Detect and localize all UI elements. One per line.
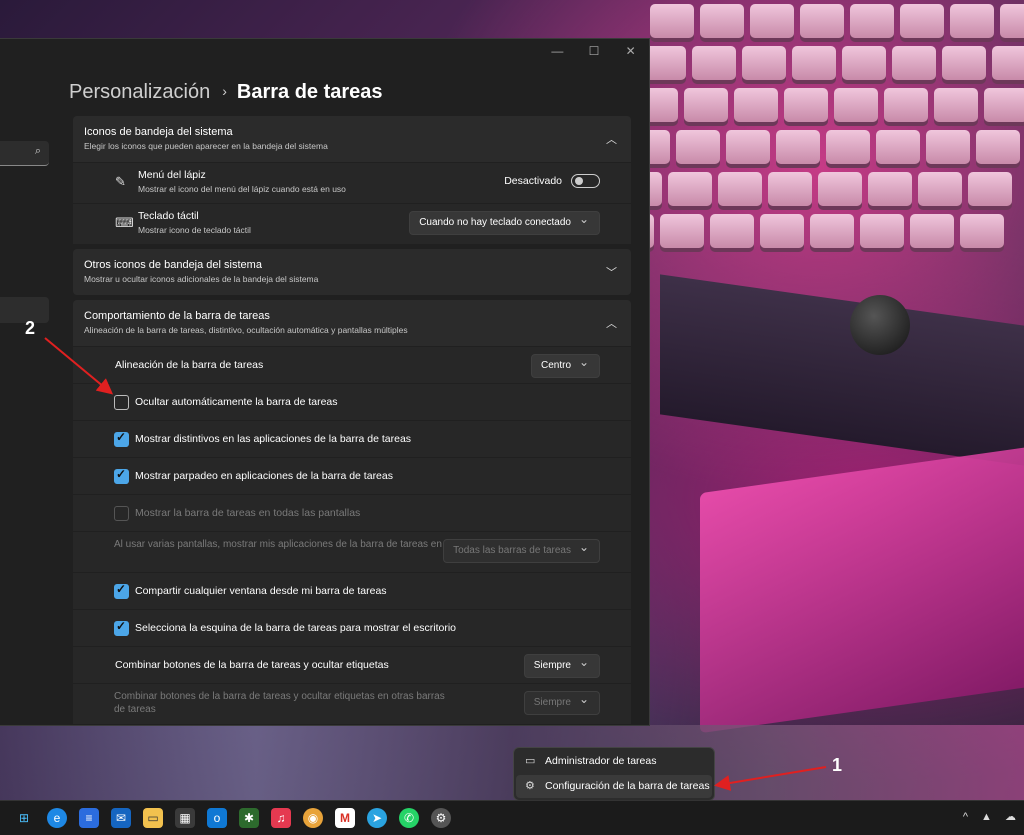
app-icon[interactable]: ✱: [239, 808, 259, 828]
telegram-icon[interactable]: ➤: [367, 808, 387, 828]
store-icon[interactable]: ▦: [175, 808, 195, 828]
annotation-arrows: [44, 337, 827, 791]
system-tray: ^ ▲ ☁: [963, 810, 1016, 823]
notepad-icon[interactable]: ≡: [79, 808, 99, 828]
mail-icon[interactable]: ✉: [111, 808, 131, 828]
drive-icon[interactable]: ▲: [981, 811, 992, 823]
settings-icon[interactable]: ⚙: [431, 808, 451, 828]
arrow-to-taskbar-settings: [714, 766, 827, 791]
annotation-number: 1: [832, 755, 843, 775]
whatsapp-icon[interactable]: ✆: [399, 808, 419, 828]
gmail-icon[interactable]: M: [335, 808, 355, 828]
outlook-icon[interactable]: o: [207, 808, 227, 828]
tray-chevron-icon[interactable]: ^: [963, 811, 968, 823]
annotation-number: 2: [25, 318, 36, 338]
cloud-icon[interactable]: ☁: [1005, 811, 1016, 823]
edge-icon[interactable]: e: [47, 808, 67, 828]
chrome-icon[interactable]: ◉: [303, 808, 323, 828]
windows-start-icon[interactable]: ⊞: [14, 808, 34, 828]
file-explorer-icon[interactable]: ▭: [143, 808, 163, 828]
taskbar: ⊞ e ≡ ✉ ▭ ▦ o ✱ ♫ ◉ M ➤ ✆ ⚙ ^ ▲ ☁: [0, 800, 1024, 835]
music-icon[interactable]: ♫: [271, 808, 291, 828]
arrow-to-autohide: [44, 337, 114, 395]
